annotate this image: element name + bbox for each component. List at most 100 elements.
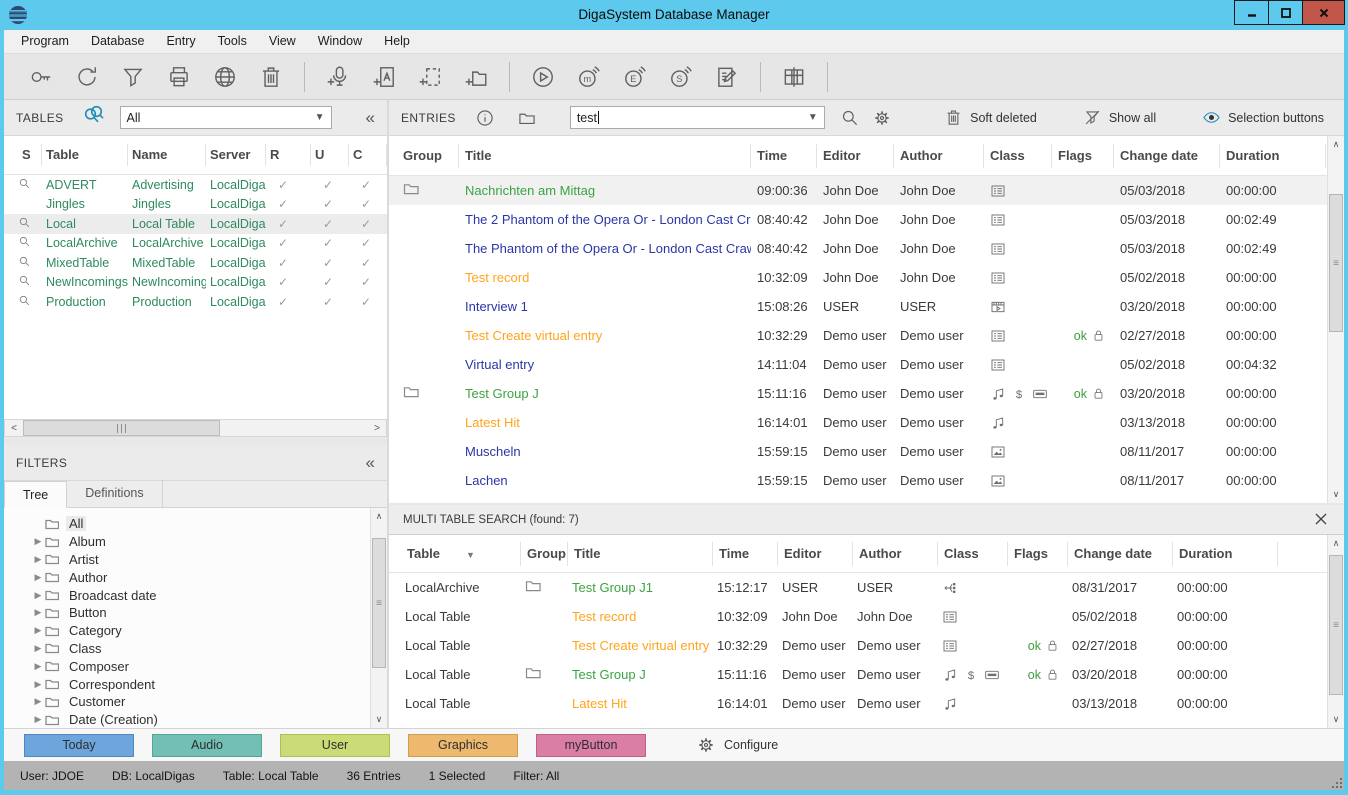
scroll-thumb[interactable]: ≡ — [1329, 555, 1343, 695]
expand-caret-icon[interactable]: ▶ — [31, 643, 45, 654]
table-row[interactable]: LocalLocal TableLocalDigas✓✓✓ — [4, 214, 387, 234]
entry-row[interactable]: Lachen15:59:15Demo userDemo user08/11/20… — [389, 466, 1327, 495]
table-row[interactable]: ProductionProductionLocalDigas✓✓✓ — [4, 292, 387, 312]
menu-item-help[interactable]: Help — [373, 30, 421, 53]
menu-item-database[interactable]: Database — [80, 30, 156, 53]
mts-row[interactable]: LocalArchiveTest Group J115:12:17USERUSE… — [389, 573, 1327, 602]
toolbar-recorder-m-button[interactable]: m — [575, 63, 603, 91]
mts-column-header-title[interactable]: Title — [568, 542, 713, 566]
tree-item-customer[interactable]: ▶Customer — [4, 693, 387, 711]
entry-row[interactable]: Nachrichten am Mittag09:00:36John DoeJoh… — [389, 176, 1327, 205]
tab-definitions[interactable]: Definitions — [67, 480, 162, 507]
entry-row[interactable]: The Phantom of the Opera Or - London Cas… — [389, 234, 1327, 263]
quick-button-mybutton[interactable]: myButton — [536, 734, 646, 757]
tree-item-category[interactable]: ▶Category — [4, 622, 387, 640]
mts-row[interactable]: Local TableLatest Hit16:14:01Demo userDe… — [389, 689, 1327, 718]
mts-column-header-duration[interactable]: Duration — [1173, 542, 1278, 566]
tables-column-header-server[interactable]: Server — [206, 144, 266, 166]
entries-column-header-change-date[interactable]: Change date — [1114, 144, 1220, 168]
mts-column-header-author[interactable]: Author — [853, 542, 938, 566]
expand-caret-icon[interactable]: ▶ — [31, 536, 45, 547]
tree-item-author[interactable]: ▶Author — [4, 568, 387, 586]
menu-item-entry[interactable]: Entry — [155, 30, 206, 53]
mts-scrollbar[interactable]: ∧ ≡ ∨ — [1327, 535, 1344, 728]
expand-caret-icon[interactable]: ▶ — [31, 714, 45, 725]
menu-item-view[interactable]: View — [258, 30, 307, 53]
scroll-down-icon[interactable]: ∨ — [371, 711, 387, 728]
quick-button-today[interactable]: Today — [24, 734, 134, 757]
mts-column-header-group[interactable]: Group — [521, 542, 568, 566]
menu-item-program[interactable]: Program — [10, 30, 80, 53]
entry-row[interactable]: Muscheln15:59:15Demo userDemo user08/11/… — [389, 437, 1327, 466]
tables-column-header-c[interactable]: C — [349, 144, 387, 166]
mts-row[interactable]: Local TableTest Group J15:11:16Demo user… — [389, 660, 1327, 689]
entry-row[interactable]: Test Group J15:11:16Demo userDemo user$o… — [389, 379, 1327, 408]
menu-item-window[interactable]: Window — [307, 30, 373, 53]
entries-column-header-group[interactable]: Group — [397, 144, 459, 168]
expand-caret-icon[interactable]: ▶ — [31, 572, 45, 583]
mts-column-header-flags[interactable]: Flags — [1008, 542, 1068, 566]
scroll-up-icon[interactable]: ∧ — [1328, 136, 1344, 153]
tab-tree[interactable]: Tree — [4, 481, 67, 508]
toolbar-key-button[interactable] — [27, 63, 55, 91]
scroll-up-icon[interactable]: ∧ — [1328, 535, 1344, 552]
expand-caret-icon[interactable]: ▶ — [31, 625, 45, 636]
tree-item-composer[interactable]: ▶Composer — [4, 657, 387, 675]
menu-item-tools[interactable]: Tools — [207, 30, 258, 53]
entries-column-header-duration[interactable]: Duration — [1220, 144, 1326, 168]
scroll-thumb[interactable] — [23, 420, 220, 436]
tree-item-class[interactable]: ▶Class — [4, 640, 387, 658]
tables-collapse-button[interactable]: « — [366, 109, 375, 126]
entry-row[interactable]: Interview 115:08:26USERUSER03/20/201800:… — [389, 292, 1327, 321]
multi-search-icon[interactable] — [82, 103, 106, 127]
tables-column-header-name[interactable]: Name — [128, 144, 206, 166]
toolbar-table-columns-button[interactable] — [780, 63, 808, 91]
mts-column-header-time[interactable]: Time — [713, 542, 778, 566]
entries-column-header-author[interactable]: Author — [894, 144, 984, 168]
tables-column-header-u[interactable]: U — [311, 144, 349, 166]
tree-item-all[interactable]: All — [4, 515, 387, 533]
entries-column-header-editor[interactable]: Editor — [817, 144, 894, 168]
entries-scrollbar[interactable]: ∧ ≡ ∨ — [1327, 136, 1344, 503]
toolbar-play-button[interactable] — [529, 63, 557, 91]
table-row[interactable]: ADVERTAdvertisingLocalDigas✓✓✓ — [4, 175, 387, 195]
scroll-thumb[interactable]: ≡ — [372, 538, 386, 668]
configure-button[interactable]: Configure — [696, 735, 778, 755]
toolbar-folder-add-button[interactable] — [462, 63, 490, 91]
tables-filter-dropdown[interactable]: All ▼ — [120, 106, 332, 129]
tree-item-button[interactable]: ▶Button — [4, 604, 387, 622]
tables-column-header-s[interactable]: S — [4, 144, 42, 166]
expand-caret-icon[interactable]: ▶ — [31, 607, 45, 618]
toolbar-recorder-s-button[interactable]: S — [667, 63, 695, 91]
mts-row[interactable]: Local TableTest Create virtual entry10:3… — [389, 631, 1327, 660]
sort-arrow-icon[interactable]: ▼ — [466, 550, 475, 560]
tree-item-broadcast-date[interactable]: ▶Broadcast date — [4, 586, 387, 604]
table-row[interactable]: NewIncomingsNewIncomingsLocalDigas✓✓✓ — [4, 273, 387, 293]
entries-search-input[interactable]: test ▼ — [570, 106, 825, 129]
mts-close-icon[interactable] — [1314, 512, 1330, 528]
tables-horizontal-scrollbar[interactable]: < > — [4, 419, 387, 437]
scroll-right-icon[interactable]: > — [368, 420, 386, 436]
toolbar-edit-button[interactable] — [713, 63, 741, 91]
table-row[interactable]: LocalArchiveLocalArchiveLocalDigas✓✓✓ — [4, 234, 387, 254]
table-row[interactable]: MixedTableMixedTableLocalDigas✓✓✓ — [4, 253, 387, 273]
entry-row[interactable]: Test Create virtual entry10:32:29Demo us… — [389, 321, 1327, 350]
quick-button-user[interactable]: User — [280, 734, 390, 757]
toolbar-refresh-button[interactable] — [73, 63, 101, 91]
entries-column-header-class[interactable]: Class — [984, 144, 1052, 168]
open-group-button[interactable] — [514, 105, 540, 131]
scroll-left-icon[interactable]: < — [5, 420, 23, 436]
tree-item-date-creation-[interactable]: ▶Date (Creation) — [4, 711, 387, 728]
tree-item-correspondent[interactable]: ▶Correspondent — [4, 675, 387, 693]
mts-row[interactable]: Local TableTest record10:32:09John DoeJo… — [389, 602, 1327, 631]
filters-scrollbar[interactable]: ∧ ≡ ∨ — [370, 508, 387, 728]
filters-collapse-button[interactable]: « — [366, 454, 375, 471]
tables-column-header-table[interactable]: Table — [42, 144, 128, 166]
expand-caret-icon[interactable]: ▶ — [31, 554, 45, 565]
soft-deleted-toggle[interactable]: Soft deleted — [944, 108, 1037, 127]
expand-caret-icon[interactable]: ▶ — [31, 679, 45, 690]
toolbar-text-add-button[interactable] — [370, 63, 398, 91]
tables-column-header-r[interactable]: R — [266, 144, 311, 166]
search-button[interactable] — [837, 105, 863, 131]
search-settings-button[interactable] — [869, 105, 895, 131]
